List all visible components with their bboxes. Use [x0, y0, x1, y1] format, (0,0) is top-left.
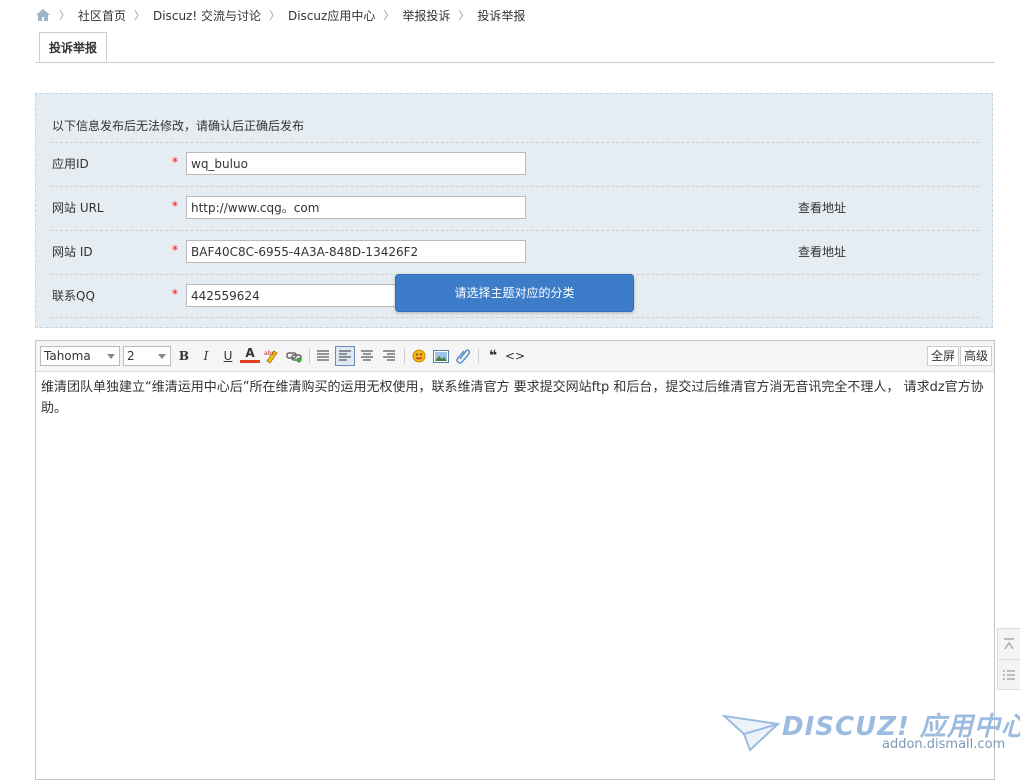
attachment-button[interactable] — [453, 346, 473, 366]
toolbar-divider — [404, 349, 405, 363]
tab-bar: 投诉举报 — [35, 32, 995, 63]
font-size-select[interactable]: 2 — [123, 346, 171, 366]
site-url-label: 网站 URL — [52, 201, 104, 215]
site-url-input[interactable] — [186, 196, 526, 219]
align-left-icon — [339, 350, 351, 361]
home-icon[interactable] — [35, 8, 51, 22]
site-id-input[interactable] — [186, 240, 526, 263]
form-row-app-id: 应用ID * — [50, 142, 980, 186]
paperclip-icon — [456, 349, 470, 364]
align-left-button[interactable] — [313, 346, 333, 366]
list-view-button[interactable] — [998, 660, 1020, 690]
back-to-top-button[interactable] — [998, 629, 1020, 660]
fullscreen-button[interactable]: 全屏 — [927, 346, 960, 366]
discuz-watermark: DISCUZ! 应用中心 addon.dismall.com — [722, 706, 1020, 766]
form-row-site-url: 网站 URL * 查看地址 — [50, 186, 980, 230]
align-right-icon — [383, 350, 395, 361]
quote-button[interactable]: ❝ — [483, 346, 503, 366]
breadcrumb-report[interactable]: 举报投诉 — [402, 7, 450, 24]
breadcrumb-separator: 〉 — [458, 9, 470, 22]
required-mark: * — [172, 243, 178, 257]
font-color-button[interactable]: A — [240, 346, 260, 363]
qq-label: 联系QQ — [52, 289, 95, 303]
breadcrumb: 〉 社区首页 〉 Discuz! 交流与讨论 〉 Discuz应用中心 〉 举报… — [35, 6, 525, 24]
align-center-button[interactable] — [357, 346, 377, 366]
breadcrumb-forum[interactable]: Discuz! 交流与讨论 — [153, 7, 261, 24]
font-family-value: Tahoma — [44, 349, 91, 363]
toolbar-divider — [478, 349, 479, 363]
smiley-button[interactable] — [409, 346, 429, 366]
align-left-active-button[interactable] — [335, 346, 355, 366]
view-site-id-link[interactable]: 查看地址 — [798, 243, 846, 260]
advanced-button[interactable]: 高级 — [960, 346, 993, 366]
category-tooltip: 请选择主题对应的分类 — [395, 274, 634, 312]
font-size-value: 2 — [127, 349, 135, 363]
italic-button[interactable]: I — [196, 346, 216, 366]
smiley-icon — [412, 349, 426, 363]
align-center-icon — [361, 350, 373, 361]
side-float-panel — [997, 628, 1020, 690]
breadcrumb-complaint[interactable]: 投诉举报 — [477, 7, 525, 24]
required-mark: * — [172, 155, 178, 169]
required-mark: * — [172, 287, 178, 301]
svg-text:abc: abc — [264, 350, 275, 357]
notice-text: 以下信息发布后无法修改，请确认后正确后发布 — [52, 119, 305, 133]
link-button[interactable] — [284, 346, 304, 366]
site-id-label: 网站 ID — [52, 245, 93, 259]
chevron-down-icon — [107, 354, 115, 359]
required-mark: * — [172, 199, 178, 213]
breadcrumb-app-center[interactable]: Discuz应用中心 — [288, 7, 375, 24]
highlight-icon: abc — [264, 350, 278, 364]
list-icon — [1003, 670, 1015, 680]
chevron-down-icon — [158, 354, 166, 359]
watermark-url: addon.dismall.com — [882, 737, 1006, 752]
image-icon — [433, 349, 449, 363]
editor-toolbar: Tahoma 2 B I U A abc ❝ <> 全屏 高级 — [36, 341, 994, 372]
back-to-top-icon — [1004, 638, 1014, 650]
form-row-site-id: 网站 ID * 查看地址 — [50, 230, 980, 274]
underline-button[interactable]: U — [218, 346, 238, 366]
font-family-select[interactable]: Tahoma — [40, 346, 120, 366]
editor-content[interactable]: 维清团队单独建立“维清运用中心后”所在维清购买的运用无权使用，联系维清官方 要求… — [41, 377, 986, 419]
background-color-button[interactable]: abc — [262, 346, 282, 366]
breadcrumb-separator: 〉 — [383, 9, 395, 22]
toolbar-divider — [309, 349, 310, 363]
align-right-button[interactable] — [379, 346, 399, 366]
link-icon — [286, 352, 302, 363]
tab-complaint[interactable]: 投诉举报 — [39, 32, 107, 62]
align-justify-icon — [317, 350, 329, 361]
view-url-link[interactable]: 查看地址 — [798, 199, 846, 216]
breadcrumb-home[interactable]: 社区首页 — [78, 7, 126, 24]
breadcrumb-separator: 〉 — [59, 9, 70, 22]
image-button[interactable] — [431, 346, 451, 366]
bold-button[interactable]: B — [174, 346, 194, 366]
breadcrumb-separator: 〉 — [268, 9, 280, 22]
paper-plane-icon — [722, 714, 780, 752]
app-id-label: 应用ID — [52, 157, 89, 171]
breadcrumb-separator: 〉 — [134, 9, 146, 22]
code-button[interactable]: <> — [505, 346, 525, 366]
app-id-input[interactable] — [186, 152, 526, 175]
